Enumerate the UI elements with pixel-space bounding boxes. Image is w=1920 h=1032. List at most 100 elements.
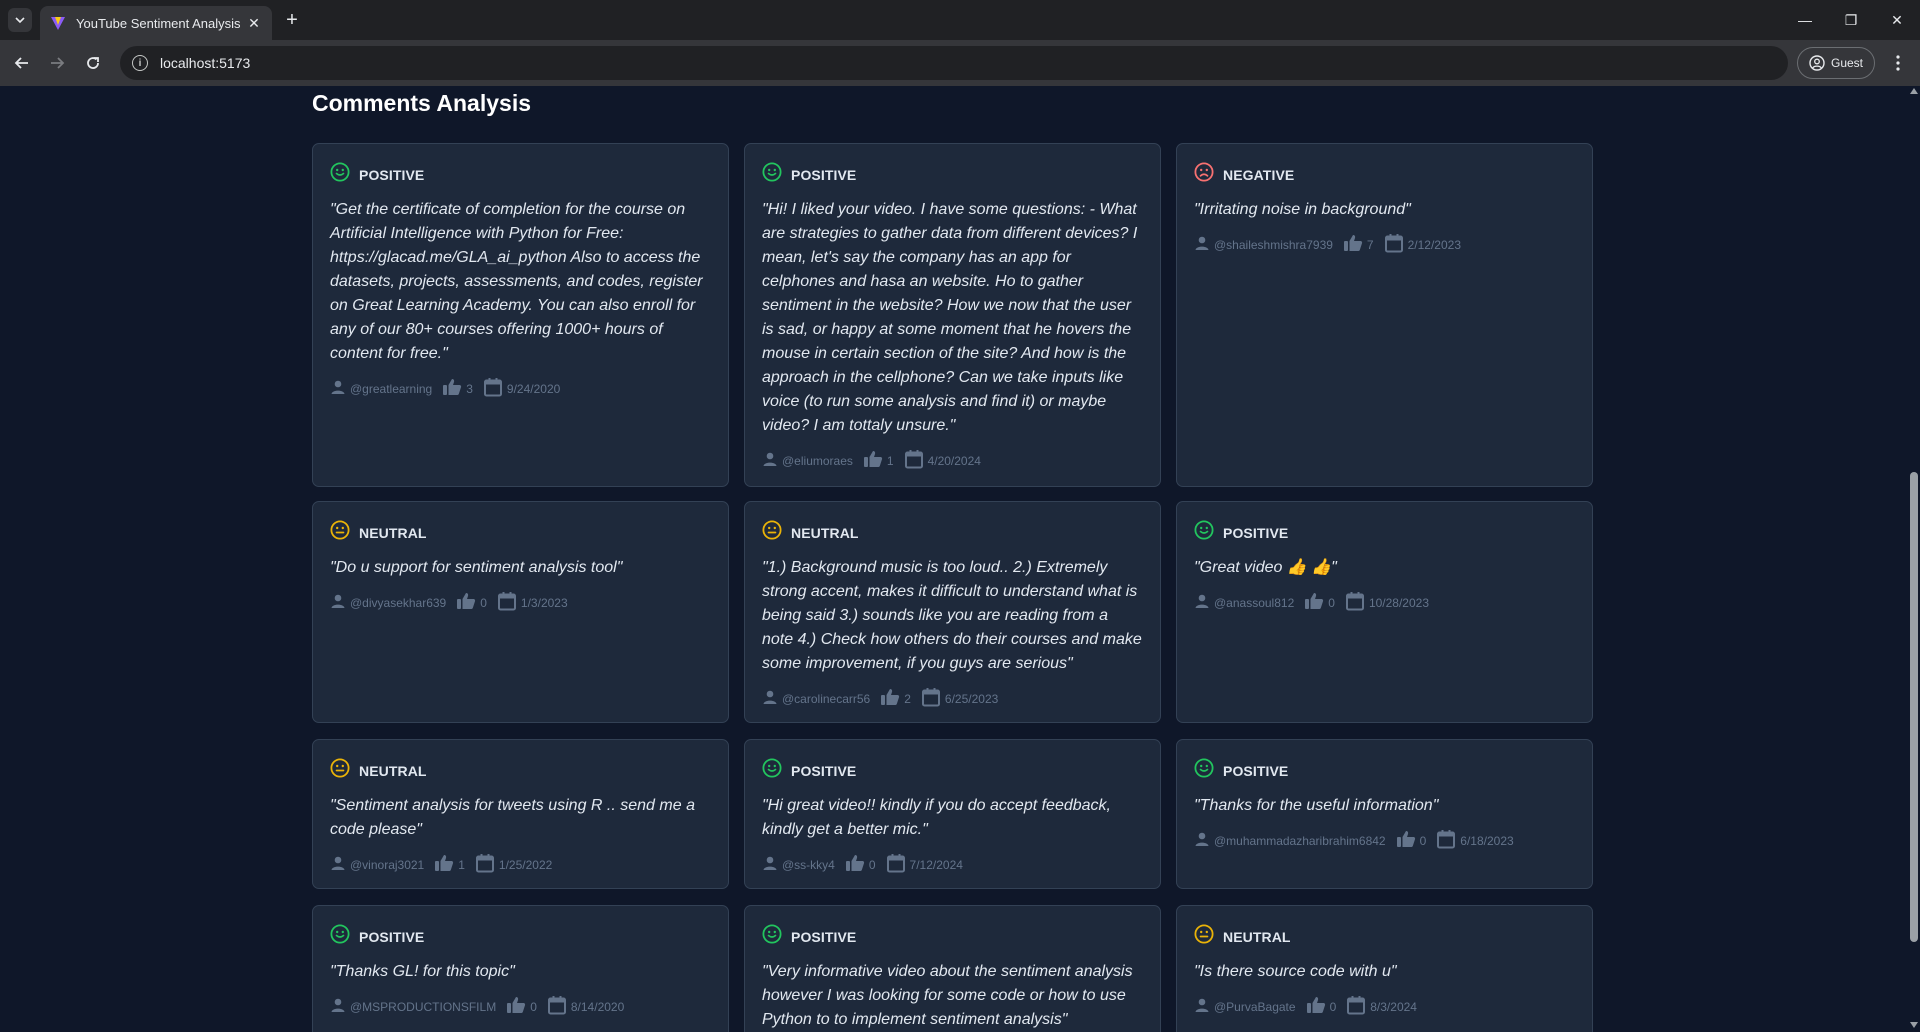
user-icon bbox=[1194, 235, 1210, 254]
comment-date: 6/25/2023 bbox=[944, 691, 999, 706]
comment-text: "Hi! I liked your video. I have some que… bbox=[762, 201, 1138, 434]
comment-date: 8/3/2024 bbox=[1370, 999, 1417, 1014]
profile-icon bbox=[1809, 55, 1825, 71]
window-controls: — ❐ ✕ bbox=[1782, 0, 1920, 40]
comment-card: NEUTRAL "Do u support for sentiment analy… bbox=[312, 501, 729, 723]
comment-meta: @eliumoraes 1 4/20/2024 bbox=[762, 449, 1143, 472]
comment-author: @vinoraj3021 bbox=[350, 857, 425, 872]
smile-icon bbox=[762, 924, 782, 949]
restore-button[interactable]: ❐ bbox=[1828, 0, 1874, 40]
sentiment-header: POSITIVE bbox=[330, 924, 711, 949]
arrow-right-icon bbox=[51, 57, 65, 69]
scroll-down-icon[interactable] bbox=[1910, 1022, 1918, 1028]
scroll-up-icon[interactable] bbox=[1910, 88, 1918, 94]
comment-card: POSITIVE "Great video 👍 👍" @anassoul812 0 10… bbox=[1176, 501, 1593, 723]
like-count: 1 bbox=[458, 857, 465, 872]
comment-meta: @divyasekhar639 0 1/3/2023 bbox=[330, 591, 711, 614]
sentiment-label: NEUTRAL bbox=[359, 762, 427, 779]
like-count: 3 bbox=[466, 381, 473, 396]
calendar-icon bbox=[1436, 829, 1456, 852]
calendar-icon bbox=[1345, 591, 1365, 614]
comment-card: POSITIVE "Hi! I liked your video. I have … bbox=[744, 143, 1161, 487]
smile-icon bbox=[762, 758, 782, 783]
thumbs-up-icon bbox=[880, 688, 900, 709]
comment-date: 4/20/2024 bbox=[927, 453, 981, 468]
like-count: 0 bbox=[868, 857, 876, 872]
browser-tab[interactable]: YouTube Sentiment Analysis ✕ bbox=[40, 6, 272, 40]
tab-search-button[interactable] bbox=[8, 8, 32, 32]
sentiment-header: POSITIVE bbox=[330, 162, 711, 187]
calendar-icon bbox=[1346, 995, 1366, 1018]
comment-text: "Very informative video about the sentim… bbox=[762, 963, 1133, 1028]
sentiment-label: POSITIVE bbox=[1223, 524, 1289, 541]
thumbs-up-icon bbox=[456, 592, 476, 613]
section-title: Comments Analysis bbox=[312, 90, 531, 116]
user-icon bbox=[762, 689, 778, 708]
comment-date: 2/12/2023 bbox=[1407, 237, 1461, 252]
sentiment-header: POSITIVE bbox=[762, 162, 1143, 187]
comment-date: 8/14/2020 bbox=[570, 999, 625, 1014]
neutral-face-icon bbox=[330, 758, 350, 783]
smile-icon bbox=[1194, 520, 1214, 545]
calendar-icon bbox=[547, 995, 567, 1018]
neutral-face-icon bbox=[762, 520, 782, 545]
thumbs-up-icon bbox=[863, 450, 883, 471]
calendar-icon bbox=[886, 853, 906, 876]
browser-menu-button[interactable] bbox=[1886, 51, 1910, 75]
comment-text: "Get the certificate of completion for t… bbox=[330, 201, 703, 362]
calendar-icon bbox=[904, 449, 924, 472]
minimize-button[interactable]: — bbox=[1782, 0, 1828, 40]
like-count: 2 bbox=[904, 691, 911, 706]
forward-button[interactable] bbox=[45, 51, 69, 75]
sentiment-header: NEGATIVE bbox=[1194, 162, 1575, 187]
comment-author: @divyasekhar639 bbox=[350, 595, 447, 610]
comment-card: POSITIVE "Hi great video!! kindly if you … bbox=[744, 739, 1161, 889]
like-count: 1 bbox=[886, 453, 894, 468]
comment-date: 9/24/2020 bbox=[506, 381, 561, 396]
sentiment-header: POSITIVE bbox=[1194, 520, 1575, 545]
site-info-icon[interactable]: i bbox=[132, 55, 148, 71]
user-icon bbox=[762, 451, 778, 470]
comment-card: NEUTRAL "Sentiment analysis for tweets us… bbox=[312, 739, 729, 889]
comment-date: 1/3/2023 bbox=[520, 595, 568, 610]
like-count: 0 bbox=[1328, 595, 1335, 610]
thumbs-up-icon bbox=[1304, 592, 1324, 613]
close-window-button[interactable]: ✕ bbox=[1874, 0, 1920, 40]
comment-author: @ss-kky4 bbox=[782, 857, 835, 872]
sentiment-label: POSITIVE bbox=[1223, 762, 1289, 779]
comment-author: @MSPRODUCTIONSFILM bbox=[350, 999, 497, 1014]
sentiment-header: POSITIVE bbox=[762, 924, 1143, 949]
comment-meta: @greatlearning 3 9/24/2020 bbox=[330, 377, 711, 400]
sentiment-label: POSITIVE bbox=[791, 166, 857, 183]
page-viewport: Comments Analysis POSITIVE "Get the certi… bbox=[0, 86, 1908, 1032]
scrollbar[interactable] bbox=[1908, 86, 1920, 1032]
comment-card: POSITIVE "Thanks GL! for this topic" @MSPR… bbox=[312, 905, 729, 1032]
comment-author: @greatlearning bbox=[350, 381, 433, 396]
profile-label: Guest bbox=[1830, 56, 1863, 70]
comment-text: "Is there source code with u" bbox=[1194, 963, 1397, 980]
frown-icon bbox=[1194, 162, 1214, 187]
new-tab-button[interactable]: + bbox=[281, 9, 303, 31]
comment-author: @shaileshmishra7939 bbox=[1214, 237, 1333, 252]
comment-text: "Do u support for sentiment analysis too… bbox=[330, 559, 623, 576]
user-icon bbox=[330, 379, 346, 398]
scrollbar-thumb[interactable] bbox=[1910, 472, 1918, 942]
calendar-icon bbox=[483, 377, 503, 400]
reload-icon bbox=[87, 57, 99, 69]
comment-card: NEGATIVE "Irritating noise in background"… bbox=[1176, 143, 1593, 487]
user-icon bbox=[330, 593, 346, 612]
sentiment-header: NEUTRAL bbox=[762, 520, 1143, 545]
user-icon bbox=[1194, 593, 1210, 612]
reload-button[interactable] bbox=[81, 51, 105, 75]
comment-text: "Thanks for the useful information" bbox=[1194, 797, 1439, 814]
comment-text: "Irritating noise in background" bbox=[1194, 201, 1411, 218]
address-bar[interactable]: i localhost:5173 bbox=[120, 46, 1788, 80]
user-icon bbox=[330, 997, 346, 1016]
comment-card: POSITIVE "Get the certificate of completi… bbox=[312, 143, 729, 487]
vite-logo-icon bbox=[51, 17, 65, 30]
comment-text: "1.) Background music is too loud.. 2.) … bbox=[762, 559, 1142, 672]
profile-button[interactable]: Guest bbox=[1797, 47, 1875, 79]
smile-icon bbox=[1194, 758, 1214, 783]
close-tab-icon[interactable]: ✕ bbox=[246, 15, 262, 31]
back-button[interactable] bbox=[10, 51, 34, 75]
